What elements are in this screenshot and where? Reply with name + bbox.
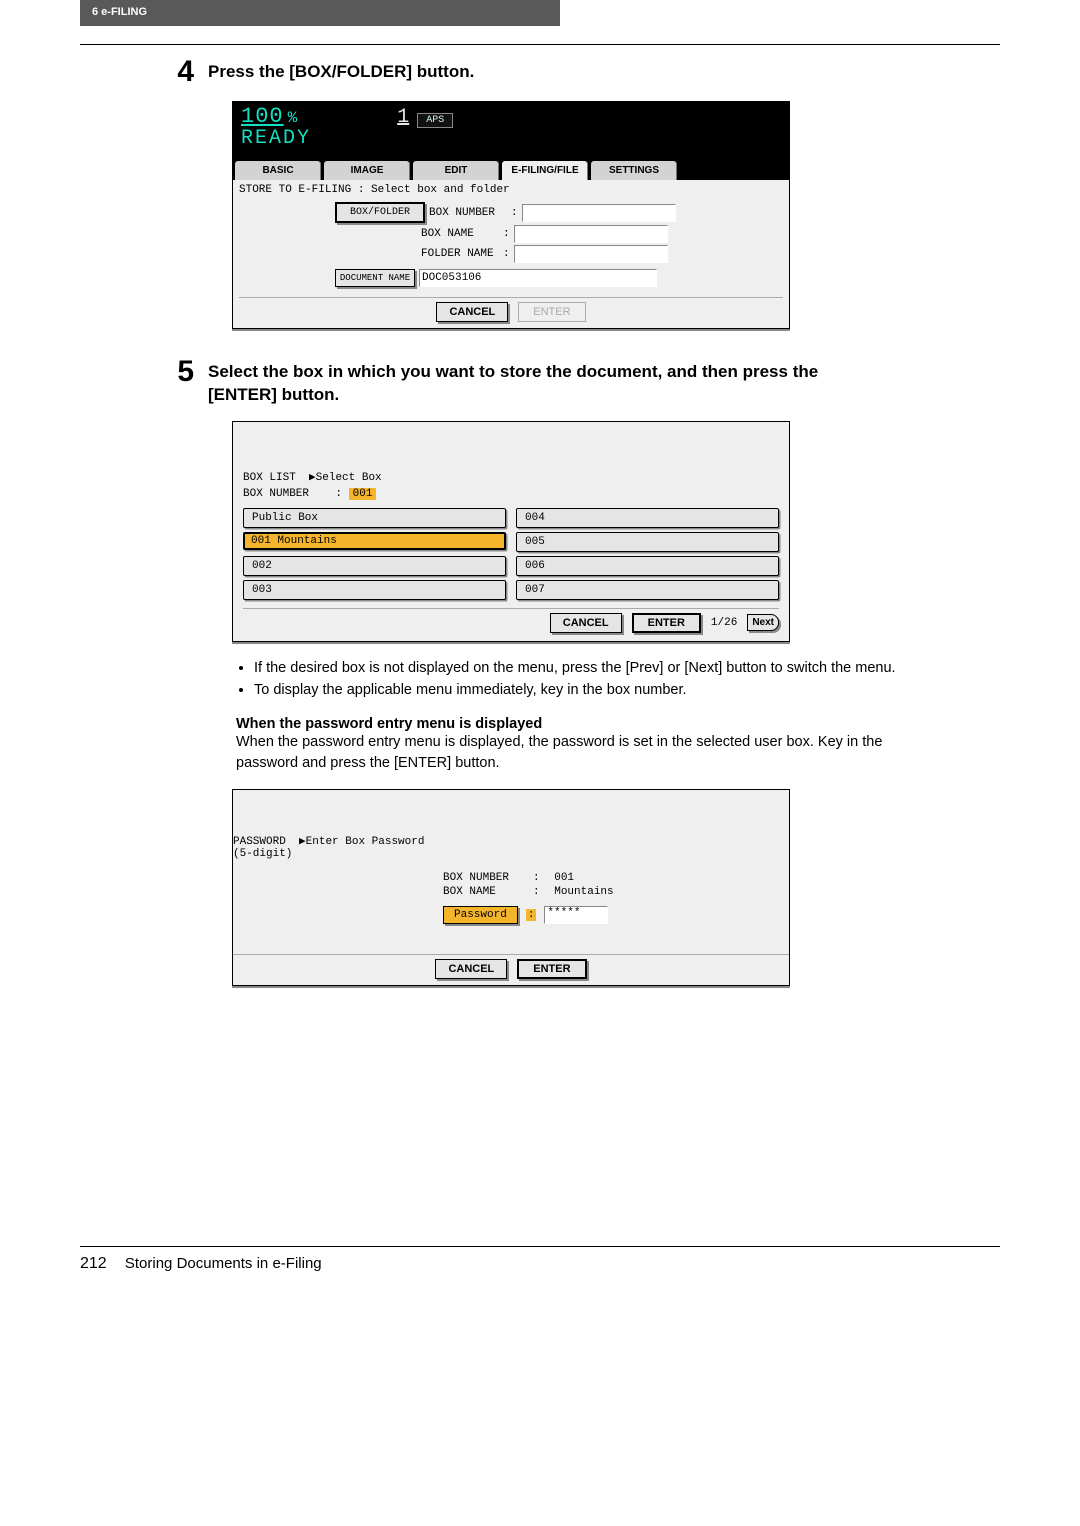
box-item-001-selected[interactable]: 001 Mountains — [243, 532, 506, 550]
box-name-label: BOX NAME — [421, 228, 499, 240]
cancel-button[interactable]: CANCEL — [435, 959, 507, 979]
cancel-button[interactable]: CANCEL — [550, 613, 622, 633]
cancel-button[interactable]: CANCEL — [436, 302, 508, 322]
enter-button-disabled: ENTER — [518, 302, 585, 322]
note-2: To display the applicable menu immediate… — [254, 680, 960, 700]
copy-ratio-pct: % — [288, 109, 298, 127]
box-list-instruction: ▶Select Box — [309, 472, 382, 484]
footer-title: Storing Documents in e-Filing — [125, 1255, 322, 1272]
folder-name-field[interactable] — [514, 245, 668, 263]
page-header: 6 e-FILING — [80, 0, 171, 24]
notes-list: If the desired box is not displayed on t… — [236, 658, 1000, 701]
box-item-006[interactable]: 006 — [516, 556, 779, 576]
box-list-label: BOX LIST — [243, 472, 296, 484]
password-section-heading: When the password entry menu is displaye… — [236, 716, 1000, 732]
footer-rule — [80, 1246, 1000, 1247]
top-rule — [80, 44, 1000, 45]
copy-ratio: 100 — [241, 104, 284, 129]
password-digits-hint: (5-digit) — [233, 848, 292, 860]
step-5-title: Select the box in which you want to stor… — [208, 361, 868, 407]
pw-box-number-value: 001 — [554, 872, 574, 884]
document-name-button[interactable]: DOCUMENT NAME — [335, 269, 415, 287]
password-input[interactable]: ***** — [544, 906, 608, 924]
next-button[interactable]: Next — [747, 614, 779, 631]
enter-button[interactable]: ENTER — [632, 613, 701, 633]
step-5-number: 5 — [166, 357, 194, 387]
password-button[interactable]: Password — [443, 906, 518, 924]
password-section-para: When the password entry menu is displaye… — [236, 732, 940, 773]
pw-box-name-value: Mountains — [554, 886, 613, 898]
box-item-005[interactable]: 005 — [516, 532, 779, 552]
tab-image[interactable]: IMAGE — [323, 160, 411, 180]
box-item-007[interactable]: 007 — [516, 580, 779, 600]
box-item-004[interactable]: 004 — [516, 508, 779, 528]
password-instruction: ▶Enter Box Password — [299, 836, 424, 848]
note-1: If the desired box is not displayed on t… — [254, 658, 960, 678]
copy-count: 1 — [397, 106, 409, 129]
box-item-002[interactable]: 002 — [243, 556, 506, 576]
pw-box-name-label: BOX NAME — [443, 886, 529, 898]
box-number-field[interactable] — [522, 204, 676, 222]
page-indicator: 1/26 — [711, 617, 737, 629]
box-number-label: BOX NUMBER — [243, 488, 309, 500]
tab-efiling-file[interactable]: E-FILING/FILE — [501, 160, 589, 180]
document-name-field[interactable]: DOC053106 — [419, 269, 657, 287]
box-item-003[interactable]: 003 — [243, 580, 506, 600]
page-footer: 212 Storing Documents in e-Filing — [80, 1255, 1080, 1273]
screenshot-password-panel: PASSWORD ▶Enter Box Password (5-digit) B… — [232, 789, 790, 986]
box-number-highlighted: 001 — [349, 488, 377, 500]
password-label: PASSWORD — [233, 836, 286, 848]
box-folder-button[interactable]: BOX/FOLDER — [335, 202, 425, 223]
screenshot-box-list: BOX LIST ▶Select Box BOX NUMBER : 001 Pu… — [232, 421, 790, 642]
pw-box-number-label: BOX NUMBER — [443, 872, 529, 884]
box-name-field[interactable] — [514, 225, 668, 243]
screenshot-efiling-panel: 100 % 1 APS READY BASIC IMAGE EDIT E-FIL… — [232, 101, 790, 329]
tab-basic[interactable]: BASIC — [234, 160, 322, 180]
box-number-label: BOX NUMBER — [429, 207, 507, 219]
tab-edit[interactable]: EDIT — [412, 160, 500, 180]
step-4-number: 4 — [166, 57, 194, 87]
step-4-title: Press the [BOX/FOLDER] button. — [208, 61, 474, 84]
aps-indicator: APS — [417, 113, 453, 128]
enter-button[interactable]: ENTER — [517, 959, 586, 979]
ready-status: READY — [233, 127, 789, 150]
page-number: 212 — [80, 1255, 107, 1272]
box-item-public[interactable]: Public Box — [243, 508, 506, 528]
folder-name-label: FOLDER NAME — [421, 248, 499, 260]
tab-settings[interactable]: SETTINGS — [590, 160, 678, 180]
instruction-text: STORE TO E-FILING : Select box and folde… — [239, 184, 783, 196]
